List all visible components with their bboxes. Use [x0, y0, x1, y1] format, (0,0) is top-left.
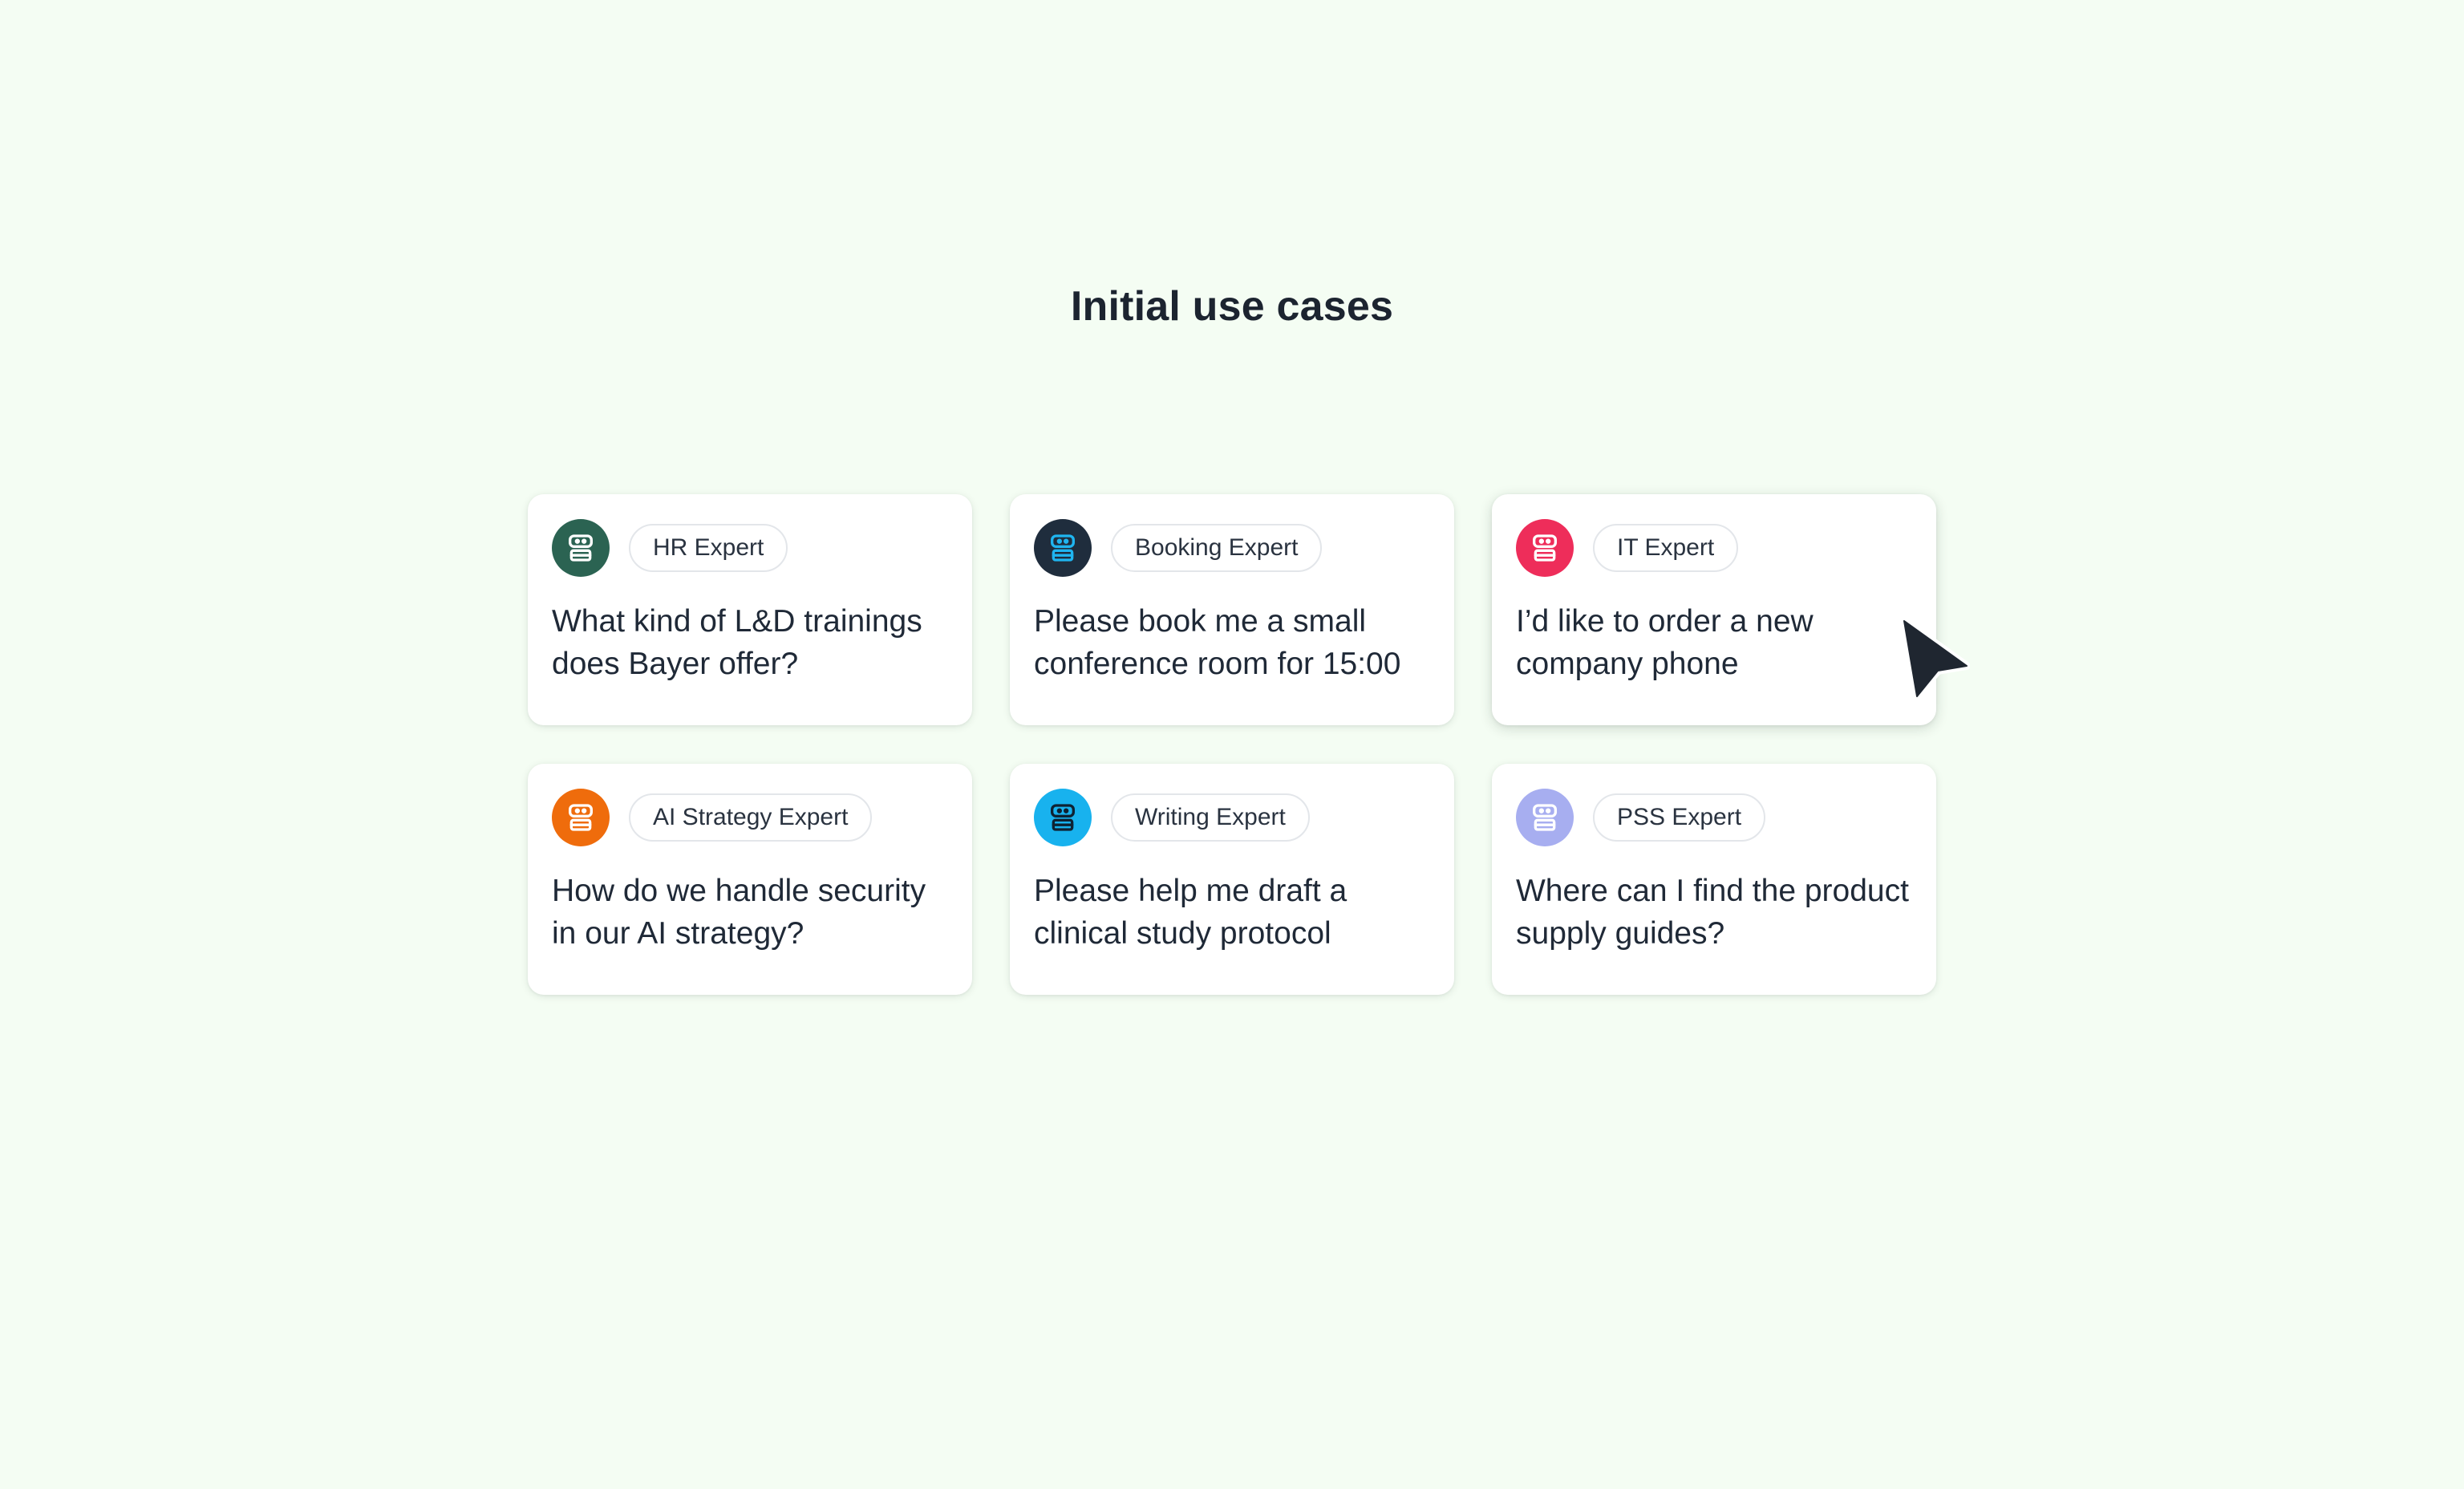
robot-icon: [569, 804, 593, 831]
expert-avatar: [552, 789, 610, 846]
robot-icon: [1533, 534, 1557, 562]
page-title: Initial use cases: [1070, 283, 1394, 330]
card-header: Booking Expert: [1034, 518, 1430, 578]
robot-icon: [1051, 534, 1075, 562]
expert-avatar: [1516, 519, 1574, 577]
card-header: IT Expert: [1516, 518, 1912, 578]
use-case-grid: HR Expert What kind of L&D trainings doe…: [528, 494, 1936, 995]
expert-label: IT Expert: [1593, 524, 1739, 572]
expert-avatar: [1034, 519, 1092, 577]
prompt-text: What kind of L&D trainings does Bayer of…: [552, 604, 922, 681]
expert-label: AI Strategy Expert: [629, 793, 873, 842]
robot-icon: [1051, 804, 1075, 831]
prompt-text: I’d like to order a new company phone: [1516, 604, 1814, 681]
card-header: PSS Expert: [1516, 788, 1912, 847]
robot-icon: [569, 534, 593, 562]
prompt-text: Where can I find the product supply guid…: [1516, 874, 1909, 951]
card-header: Writing Expert: [1034, 788, 1430, 847]
expert-label: Writing Expert: [1111, 793, 1310, 842]
use-case-card-booking[interactable]: Booking Expert Please book me a small co…: [1010, 494, 1454, 725]
use-case-card-writing[interactable]: Writing Expert Please help me draft a cl…: [1010, 764, 1454, 995]
card-header: AI Strategy Expert: [552, 788, 948, 847]
prompt-text: Please help me draft a clinical study pr…: [1034, 874, 1348, 951]
prompt-text: Please book me a small conference room f…: [1034, 604, 1401, 681]
expert-label: HR Expert: [629, 524, 788, 572]
use-case-card-ai-strategy[interactable]: AI Strategy Expert How do we handle secu…: [528, 764, 972, 995]
expert-avatar: [552, 519, 610, 577]
expert-label: PSS Expert: [1593, 793, 1766, 842]
robot-icon: [1533, 804, 1557, 831]
use-case-card-pss[interactable]: PSS Expert Where can I find the product …: [1492, 764, 1936, 995]
use-case-card-hr[interactable]: HR Expert What kind of L&D trainings doe…: [528, 494, 972, 725]
use-case-card-it[interactable]: IT Expert I’d like to order a new compan…: [1492, 494, 1936, 725]
expert-label: Booking Expert: [1111, 524, 1323, 572]
card-header: HR Expert: [552, 518, 948, 578]
prompt-text: How do we handle security in our AI stra…: [552, 874, 926, 951]
expert-avatar: [1034, 789, 1092, 846]
expert-avatar: [1516, 789, 1574, 846]
